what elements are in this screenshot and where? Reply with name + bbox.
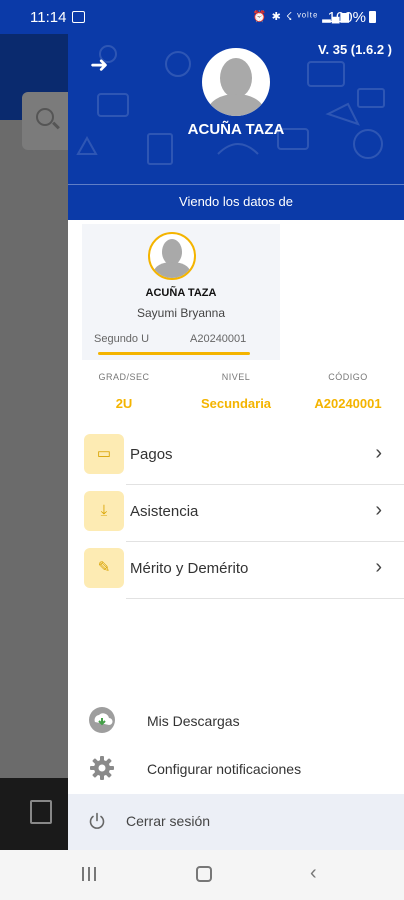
system-nav-bar: ‹ bbox=[0, 850, 404, 900]
selected-student-indicator bbox=[98, 352, 250, 355]
student-info-row: GRAD/SEC 2U NIVEL Secundaria CÓDIGO A202… bbox=[68, 372, 404, 428]
menu-item-label: Pagos bbox=[130, 446, 173, 463]
avatar-body-shape bbox=[208, 94, 264, 116]
battery-icon bbox=[369, 11, 376, 23]
background-app-scrim[interactable] bbox=[0, 34, 82, 850]
money-icon: ▭ bbox=[84, 434, 124, 474]
power-icon bbox=[89, 812, 105, 829]
student-first-name: Sayumi Bryanna bbox=[136, 306, 226, 320]
merit-icon: ✎ bbox=[84, 548, 124, 588]
attendance-icon: ⤓ bbox=[84, 491, 124, 531]
info-code-value: A20240001 bbox=[314, 396, 382, 411]
chevron-right-icon: › bbox=[375, 556, 382, 578]
back-arrow-icon[interactable]: ➜ bbox=[90, 52, 108, 78]
info-level: NIVEL Secundaria bbox=[180, 372, 292, 411]
info-grade: GRAD/SEC 2U bbox=[68, 372, 180, 411]
menu-item-label: Mérito y Demérito bbox=[130, 560, 249, 577]
logout-label: Cerrar sesión bbox=[126, 813, 211, 829]
menu-item-asistencia[interactable]: ⤓ Asistencia › bbox=[82, 485, 404, 542]
home-button[interactable] bbox=[196, 866, 212, 882]
chevron-right-icon: › bbox=[375, 442, 382, 464]
user-name: ACUÑA TAZA bbox=[187, 121, 285, 138]
student-last-name: ACUÑA TAZA bbox=[145, 287, 217, 299]
downloads-label: Mis Descargas bbox=[147, 713, 240, 729]
menu-divider bbox=[126, 598, 404, 599]
background-bottom-bar bbox=[0, 778, 68, 850]
info-code-label: CÓDIGO bbox=[328, 372, 368, 382]
student-code: A20240001 bbox=[190, 333, 247, 345]
document-icon bbox=[30, 800, 52, 824]
search-icon bbox=[36, 108, 54, 126]
battery-percent: 100% bbox=[327, 9, 366, 26]
status-time: 11:14 bbox=[30, 9, 67, 26]
menu-item-label: Asistencia bbox=[130, 503, 199, 520]
notification-settings-item[interactable]: Configurar notificaciones bbox=[68, 744, 404, 792]
recents-button[interactable] bbox=[82, 867, 98, 881]
info-level-label: NIVEL bbox=[221, 372, 251, 382]
avatar-body-shape bbox=[154, 262, 190, 278]
downloads-item[interactable]: Mis Descargas bbox=[68, 696, 404, 744]
app-version: V. 35 (1.6.2 ) bbox=[318, 42, 392, 57]
status-bar: 11:14 ⏰ ✱ ☇ ᵛᵒˡᵗᵉ ▂▄▆ 100% bbox=[0, 0, 404, 34]
student-section: Segundo U bbox=[94, 333, 150, 345]
cloud-download-icon bbox=[89, 707, 115, 733]
user-avatar[interactable] bbox=[202, 48, 270, 116]
student-card[interactable]: ACUÑA TAZA Sayumi Bryanna Segundo U A202… bbox=[82, 224, 280, 360]
viewing-data-label: Viendo los datos de bbox=[179, 194, 293, 209]
back-button[interactable]: ‹ bbox=[310, 862, 317, 885]
logout-button[interactable]: Cerrar sesión bbox=[68, 794, 404, 850]
info-level-value: Secundaria bbox=[200, 396, 272, 411]
notification-settings-label: Configurar notificaciones bbox=[147, 761, 302, 777]
menu-item-merito[interactable]: ✎ Mérito y Demérito › bbox=[82, 542, 404, 599]
avatar-head-shape bbox=[220, 58, 252, 98]
gear-icon bbox=[90, 756, 114, 780]
image-notification-icon bbox=[72, 11, 85, 23]
header-divider bbox=[68, 184, 404, 185]
drawer-header: ➜ V. 35 (1.6.2 ) ACUÑA TAZA Viendo los d… bbox=[68, 34, 404, 220]
info-code: CÓDIGO A20240001 bbox=[292, 372, 404, 411]
info-grade-value: 2U bbox=[115, 396, 133, 411]
info-grade-label: GRAD/SEC bbox=[98, 372, 150, 382]
navigation-drawer: ➜ V. 35 (1.6.2 ) ACUÑA TAZA Viendo los d… bbox=[68, 34, 404, 850]
menu-item-pagos[interactable]: ▭ Pagos › bbox=[82, 428, 404, 485]
student-avatar bbox=[148, 232, 196, 280]
chevron-right-icon: › bbox=[375, 499, 382, 521]
